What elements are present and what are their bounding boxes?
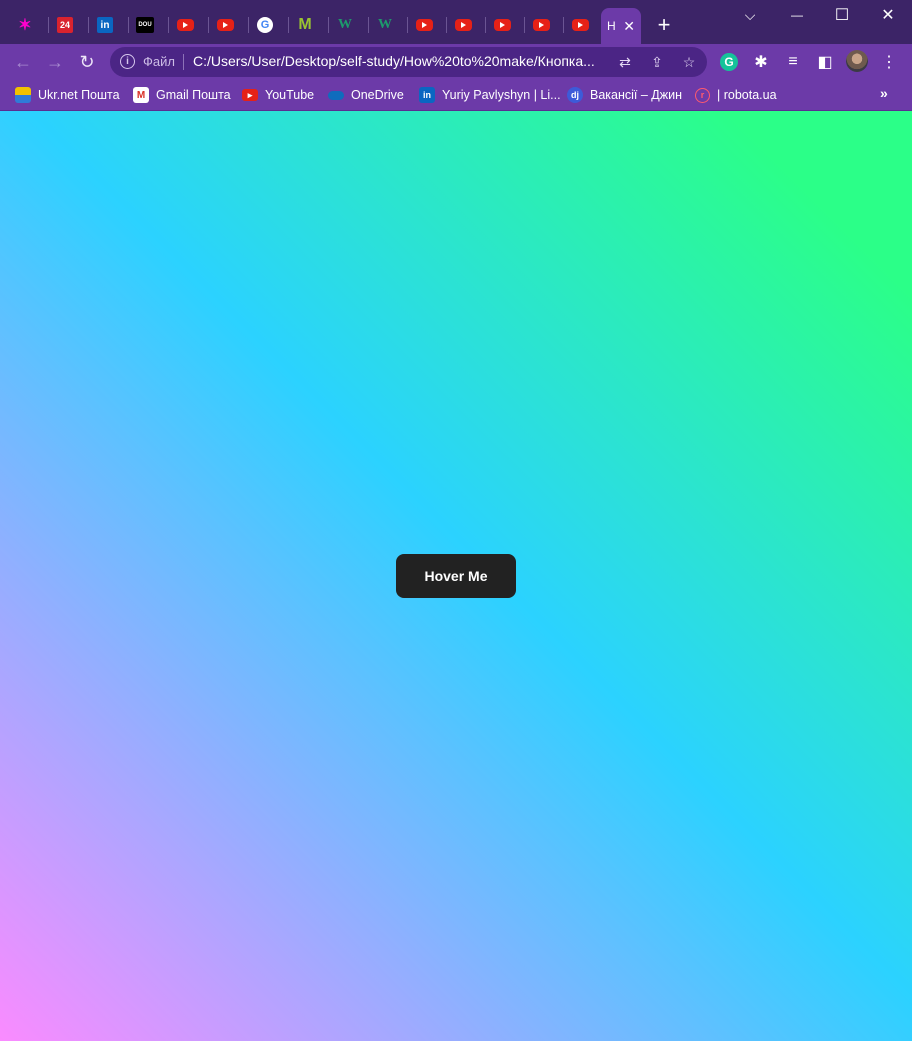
tab[interactable]: in [86,8,124,42]
bookmark-item[interactable]: in Yuriy Pavlyshyn | Li... [419,86,561,104]
w-icon: W [338,17,352,32]
bookmark-label: | robota.ua [717,88,777,102]
dou-icon: DOU [136,17,154,33]
youtube-icon [454,19,472,31]
tab[interactable]: 24 [46,8,84,42]
bookmark-item[interactable]: M Gmail Пошта [133,86,231,104]
tab[interactable] [166,8,204,42]
tab[interactable] [405,8,443,42]
more-bookmarks-icon[interactable]: » [880,85,888,101]
extensions-icon[interactable]: ✱ [750,51,772,73]
bookmark-label: Вакансії – Джин [590,88,682,102]
youtube-icon [415,19,433,31]
youtube-icon [176,19,194,31]
info-icon[interactable]: i [120,54,135,69]
active-tab[interactable]: H ✕ [601,8,641,44]
page-viewport: Hover Me [0,111,912,1041]
maximize-icon[interactable]: ☐ [820,4,864,26]
tab[interactable] [483,8,521,42]
bookmark-item[interactable]: OneDrive [328,86,404,104]
close-tab-icon[interactable]: ✕ [623,18,635,35]
grammarly-icon[interactable]: G [720,53,738,71]
youtube-icon: ▸ [242,89,258,101]
bookmark-star-icon[interactable]: ☆ [679,52,699,72]
bookmark-item[interactable]: Ukr.net Пошта [15,86,120,104]
avatar[interactable] [846,50,868,72]
channel-24-icon: 24 [57,17,73,33]
minimize-icon[interactable]: — [775,4,819,26]
close-window-icon[interactable]: ✕ [866,4,910,26]
bookmark-label: Gmail Пошта [156,88,231,102]
hover-me-button[interactable]: Hover Me [396,554,516,598]
tab[interactable]: ✶ [6,8,44,42]
bookmark-item[interactable]: dj Вакансії – Джин [567,86,682,104]
translate-icon[interactable]: ⇄ [615,52,635,72]
tab[interactable] [561,8,599,42]
menu-icon[interactable]: ⋮ [878,51,900,73]
forward-icon[interactable]: → [43,50,67,74]
reload-icon[interactable]: ↻ [75,50,99,74]
media-control-icon[interactable]: ≡ [782,51,804,73]
bookmark-label: Yuriy Pavlyshyn | Li... [442,88,561,102]
bookmark-item[interactable]: r | robota.ua [695,86,777,104]
tab[interactable]: M [286,8,324,42]
youtube-icon [493,19,511,31]
google-icon: G [257,17,273,33]
back-icon[interactable]: ← [11,50,35,74]
bookmark-label: YouTube [265,88,315,102]
onedrive-icon [328,90,344,100]
tab-strip: ✶ 24 in DOU G M W W H ✕ + ⌵ — ☐ ✕ [0,0,912,44]
tab[interactable]: W [366,8,404,42]
youtube-icon [216,19,234,31]
address-bar[interactable]: i Файл C:/Users/User/Desktop/self-study/… [110,47,707,77]
tab[interactable] [444,8,482,42]
tab[interactable]: W [326,8,364,42]
djinni-icon: dj [567,87,583,103]
toolbar: ← → ↻ i Файл C:/Users/User/Desktop/self-… [0,44,912,80]
ukrnet-icon [15,87,31,103]
new-tab-button[interactable]: + [653,12,675,38]
tab-search-icon[interactable]: ⌵ [728,4,772,26]
bookmark-label: Ukr.net Пошта [38,88,120,102]
url-text[interactable]: C:/Users/User/Desktop/self-study/How%20t… [193,53,613,69]
bookmark-item[interactable]: ▸ YouTube [242,86,314,104]
share-icon[interactable]: ⇪ [647,52,667,72]
youtube-icon [532,19,550,31]
active-tab-title: H [607,19,616,33]
bookmarks-bar: Ukr.net Пошта M Gmail Пошта ▸ YouTube On… [0,80,912,111]
youtube-icon [571,19,589,31]
side-panel-icon[interactable]: ◧ [814,51,836,73]
linkedin-icon: in [97,17,113,33]
browser-window: ✶ 24 in DOU G M W W H ✕ + ⌵ — ☐ ✕ ← → ↻ … [0,0,912,1041]
tab[interactable] [522,8,560,42]
robota-icon: r [695,87,710,103]
gmail-icon: M [133,87,149,103]
bookmark-label: OneDrive [351,88,404,102]
w-icon: W [378,17,392,32]
linkedin-icon: in [419,87,435,103]
colorful-star-icon: ✶ [18,17,32,34]
tab[interactable] [206,8,244,42]
scheme-chip: Файл [143,54,175,69]
tab[interactable]: G [246,8,284,42]
m-icon: M [298,16,312,33]
tab[interactable]: DOU [126,8,164,42]
